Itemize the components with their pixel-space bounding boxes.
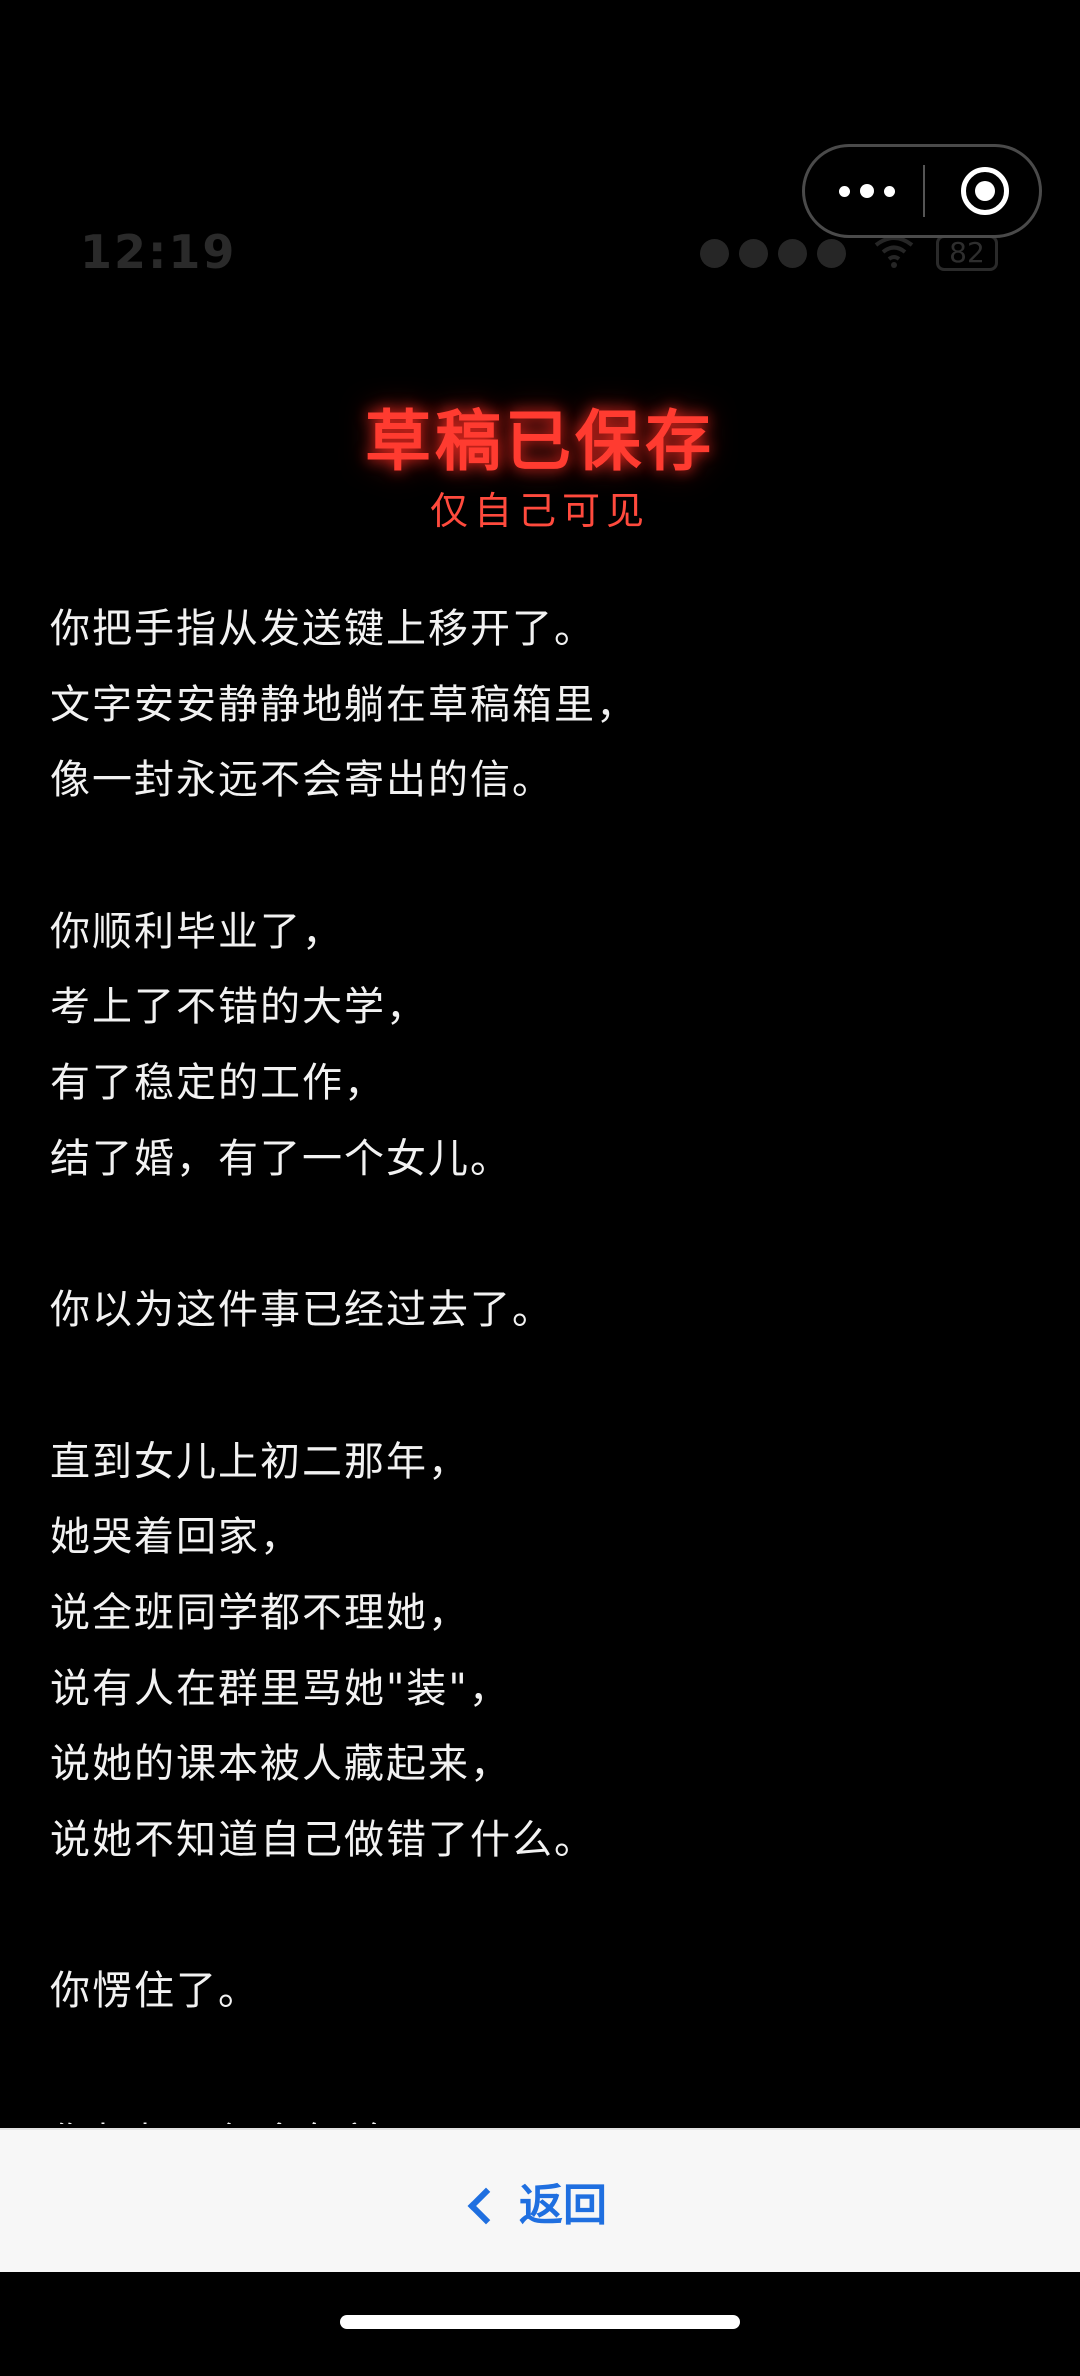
story-text: 你把手指从发送键上移开了。 文字安安静静地躺在草稿箱里， 像一封永远不会寄出的信… (50, 592, 1030, 2124)
chevron-left-icon (467, 2187, 505, 2225)
text-line: 说她的课本被人藏起来， (50, 1741, 512, 1788)
text-line: 你把手指从发送键上移开了。 (50, 606, 596, 652)
text-line: 有了稳定的工作， (50, 1060, 386, 1107)
battery-indicator: 82 (936, 235, 998, 271)
text-line: 说有人在群里骂她"装"， (50, 1665, 511, 1712)
text-line: 她哭着回家， (50, 1514, 302, 1561)
text-line: 说全班同学都不理她， (50, 1589, 470, 1636)
back-button[interactable]: 返回 (467, 2169, 607, 2233)
page-title: 草稿已保存 (365, 403, 715, 480)
text-line: 你顺利毕业了， (50, 908, 344, 955)
status-time: 12:19 (80, 225, 237, 279)
text-line: 直到女儿上初二那年， (50, 1438, 470, 1485)
back-label: 返回 (519, 2180, 607, 2231)
text-line: 文字安安静静地躺在草稿箱里， (50, 681, 638, 728)
text-line: 考上了不错的大学， (50, 984, 428, 1031)
target-close-icon[interactable] (961, 167, 1009, 215)
text-line: 你想起了很多年前 (50, 2106, 1030, 2124)
bottom-bar: 返回 (0, 2128, 1080, 2272)
text-line: 说她不知道自己做错了什么。 (50, 1817, 596, 1863)
page-subtitle: 仅自己可见 (429, 489, 650, 533)
text-line: 你以为这件事已经过去了。 (50, 1287, 554, 1334)
text-line: 你愣住了。 (50, 1968, 260, 2015)
more-dots-icon[interactable] (839, 147, 895, 235)
capsule-divider (923, 165, 925, 217)
wifi-icon (874, 236, 914, 268)
home-indicator[interactable] (340, 2315, 740, 2329)
mini-program-capsule (802, 144, 1042, 238)
signal-icon (700, 239, 846, 268)
text-line: 像一封永远不会寄出的信。 (50, 757, 554, 804)
text-line: 结了婚，有了一个女儿。 (50, 1135, 512, 1182)
